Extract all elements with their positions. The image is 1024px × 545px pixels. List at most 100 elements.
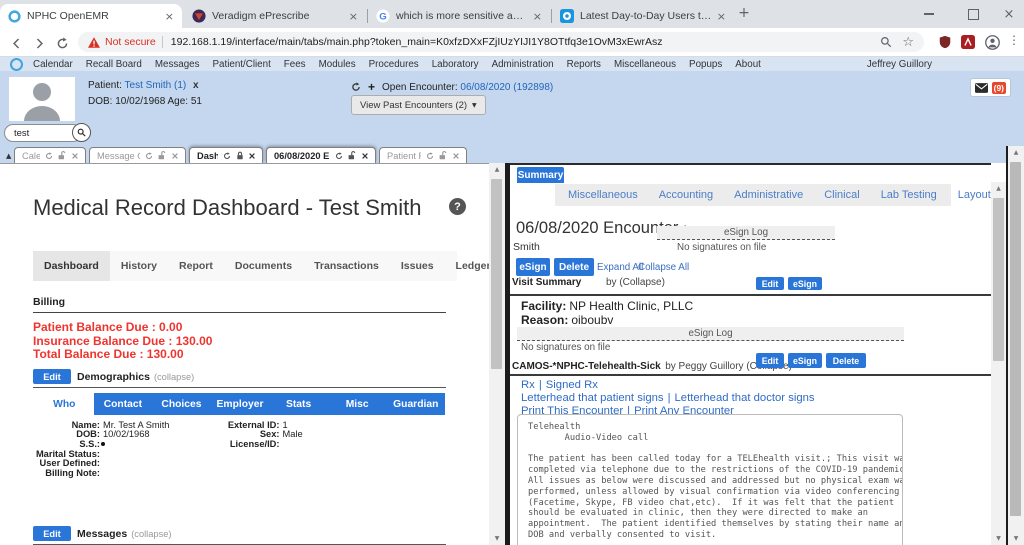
tab-refresh-icon[interactable] xyxy=(145,151,153,160)
mail-popup-widget[interactable]: (9) xyxy=(969,78,1011,97)
encounter-scrollbar[interactable]: ▲ ▼ xyxy=(991,182,1006,545)
bookmark-star-icon[interactable]: ☆ xyxy=(902,35,914,50)
category-link-accounting[interactable]: Accounting xyxy=(659,189,713,201)
search-button[interactable] xyxy=(72,123,91,142)
encounter-link-letterhead-that-doctor-signs[interactable]: Letterhead that doctor signs xyxy=(675,392,815,404)
user-name[interactable]: Jeffrey Guillory xyxy=(867,59,932,70)
nav-item-miscellaneous[interactable]: Miscellaneous xyxy=(614,59,676,70)
nav-item-reports[interactable]: Reports xyxy=(567,59,601,70)
tab-close-icon[interactable] xyxy=(362,152,368,159)
nav-item-fees[interactable]: Fees xyxy=(284,59,306,70)
view-past-encounters-button[interactable]: View Past Encounters (2) ▼ xyxy=(351,95,486,115)
forward-button[interactable] xyxy=(31,35,47,51)
frame-tab-patient-finder[interactable]: Patient Finder xyxy=(379,147,467,163)
page-scrollbar[interactable]: ▲ ▼ xyxy=(1008,146,1024,545)
browser-tab[interactable]: Veradigm ePrescribe × xyxy=(184,4,366,28)
nav-item-modules[interactable]: Modules xyxy=(319,59,356,70)
scroll-down-arrow[interactable]: ▼ xyxy=(1008,532,1024,545)
tab-transactions[interactable]: Transactions xyxy=(303,251,390,281)
form-esign-button[interactable]: eSign xyxy=(788,353,822,368)
zoom-icon[interactable] xyxy=(880,36,892,48)
browser-menu-icon[interactable]: ⋮ xyxy=(1008,33,1020,47)
tab-refresh-icon[interactable] xyxy=(426,151,434,160)
patient-avatar[interactable] xyxy=(9,77,75,121)
demo-tab-guardian[interactable]: Guardian xyxy=(386,393,445,415)
scroll-up-arrow[interactable]: ▲ xyxy=(489,163,505,176)
demo-tab-employer[interactable]: Employer xyxy=(211,393,270,415)
browser-tab[interactable]: Latest Day-to-Day Users topics × xyxy=(552,4,734,28)
demo-tab-contact[interactable]: Contact xyxy=(94,393,153,415)
demo-tab-stats[interactable]: Stats xyxy=(269,393,328,415)
frame-tab-dashboard[interactable]: Dashboard xyxy=(189,147,263,163)
tab-close-icon[interactable]: × xyxy=(349,10,358,23)
delete-button[interactable]: Delete xyxy=(554,258,594,276)
category-link-clinical[interactable]: Clinical xyxy=(824,189,859,201)
tab-close-icon[interactable] xyxy=(453,152,459,159)
url-text[interactable]: 192.168.1.19/interface/main/tabs/main.ph… xyxy=(171,36,881,48)
lock-open-icon[interactable] xyxy=(158,151,167,160)
nav-item-popups[interactable]: Popups xyxy=(689,59,722,70)
add-encounter-icon[interactable]: + xyxy=(368,80,375,94)
scroll-up-arrow[interactable]: ▲ xyxy=(991,182,1006,195)
demo-tab-choices[interactable]: Choices xyxy=(152,393,211,415)
tab-close-icon[interactable] xyxy=(172,152,178,159)
nav-item-patient-client[interactable]: Patient/Client xyxy=(213,59,271,70)
maximize-button[interactable] xyxy=(956,0,990,28)
tab-refresh-icon[interactable] xyxy=(335,151,343,160)
visit-summary-by[interactable]: by (Collapse) xyxy=(606,277,665,288)
tab-dashboard[interactable]: Dashboard xyxy=(33,251,110,281)
messages-collapse-link[interactable]: (collapse) xyxy=(131,529,171,539)
nav-item-laboratory[interactable]: Laboratory xyxy=(432,59,479,70)
tab-history[interactable]: History xyxy=(110,251,168,281)
frame-tab-06-08-2020-encounter[interactable]: 06/08/2020 Encounter xyxy=(266,147,376,163)
minimize-button[interactable] xyxy=(912,0,946,28)
scroll-up-arrow[interactable]: ▲ xyxy=(1008,146,1024,159)
browser-tab[interactable]: Gwhich is more sensitive amylase × xyxy=(368,4,550,28)
visit-esign-button[interactable]: eSign xyxy=(788,277,822,290)
tab-issues[interactable]: Issues xyxy=(390,251,445,281)
encounter-link-letterhead-that-patient-signs[interactable]: Letterhead that patient signs xyxy=(521,392,664,404)
nav-item-administration[interactable]: Administration xyxy=(492,59,554,70)
esign-button[interactable]: eSign xyxy=(516,258,550,276)
lock-open-icon[interactable] xyxy=(439,151,448,160)
form-delete-button[interactable]: Delete xyxy=(826,353,866,368)
lock-open-icon[interactable] xyxy=(58,151,67,160)
new-tab-button[interactable]: + xyxy=(736,6,752,22)
tab-close-icon[interactable]: × xyxy=(717,10,726,23)
tab-close-icon[interactable] xyxy=(72,152,78,159)
edit-messages-button[interactable]: Edit xyxy=(33,526,71,541)
tab-refresh-icon[interactable] xyxy=(223,151,231,160)
lock-open-icon[interactable] xyxy=(348,151,357,160)
demo-tab-who[interactable]: Who xyxy=(35,393,94,415)
close-button[interactable]: × xyxy=(992,0,1024,28)
tab-close-icon[interactable]: × xyxy=(533,10,542,23)
visit-edit-button[interactable]: Edit xyxy=(756,277,784,290)
tab-documents[interactable]: Documents xyxy=(224,251,303,281)
nav-item-procedures[interactable]: Procedures xyxy=(369,59,419,70)
tabs-overflow-icon[interactable]: ▲ xyxy=(6,152,11,160)
left-scrollbar[interactable]: ▲ ▼ xyxy=(489,163,505,545)
category-link-lab-testing[interactable]: Lab Testing xyxy=(881,189,937,201)
encounter-link-rx[interactable]: Rx xyxy=(521,379,535,391)
patient-name-link[interactable]: Test Smith (1) xyxy=(125,80,187,91)
demo-tab-misc[interactable]: Misc xyxy=(328,393,387,415)
popup-badge[interactable]: (9) xyxy=(991,81,1006,94)
reload-button[interactable] xyxy=(54,35,70,51)
category-link-miscellaneous[interactable]: Miscellaneous xyxy=(568,189,638,201)
frame-tab-message-center[interactable]: Message Center xyxy=(89,147,186,163)
search-input[interactable] xyxy=(12,126,72,140)
frame-tab-calendar[interactable]: Calendar xyxy=(14,147,86,163)
collapse-all-link[interactable]: Collapse All xyxy=(638,262,689,273)
expand-all-link[interactable]: Expand All xyxy=(597,262,643,273)
patient-close-icon[interactable]: x xyxy=(193,80,199,91)
adobe-extension-icon[interactable] xyxy=(961,35,975,54)
lock-closed-icon[interactable] xyxy=(236,151,244,160)
nav-item-about[interactable]: About xyxy=(735,59,761,70)
tab-refresh-icon[interactable] xyxy=(45,151,53,160)
form-edit-button[interactable]: Edit xyxy=(756,353,784,368)
scroll-thumb[interactable] xyxy=(1010,162,1021,516)
nav-item-messages[interactable]: Messages xyxy=(155,59,200,70)
category-link-administrative[interactable]: Administrative xyxy=(734,189,803,201)
tab-close-icon[interactable]: × xyxy=(165,10,174,23)
nav-item-recall-board[interactable]: Recall Board xyxy=(86,59,142,70)
